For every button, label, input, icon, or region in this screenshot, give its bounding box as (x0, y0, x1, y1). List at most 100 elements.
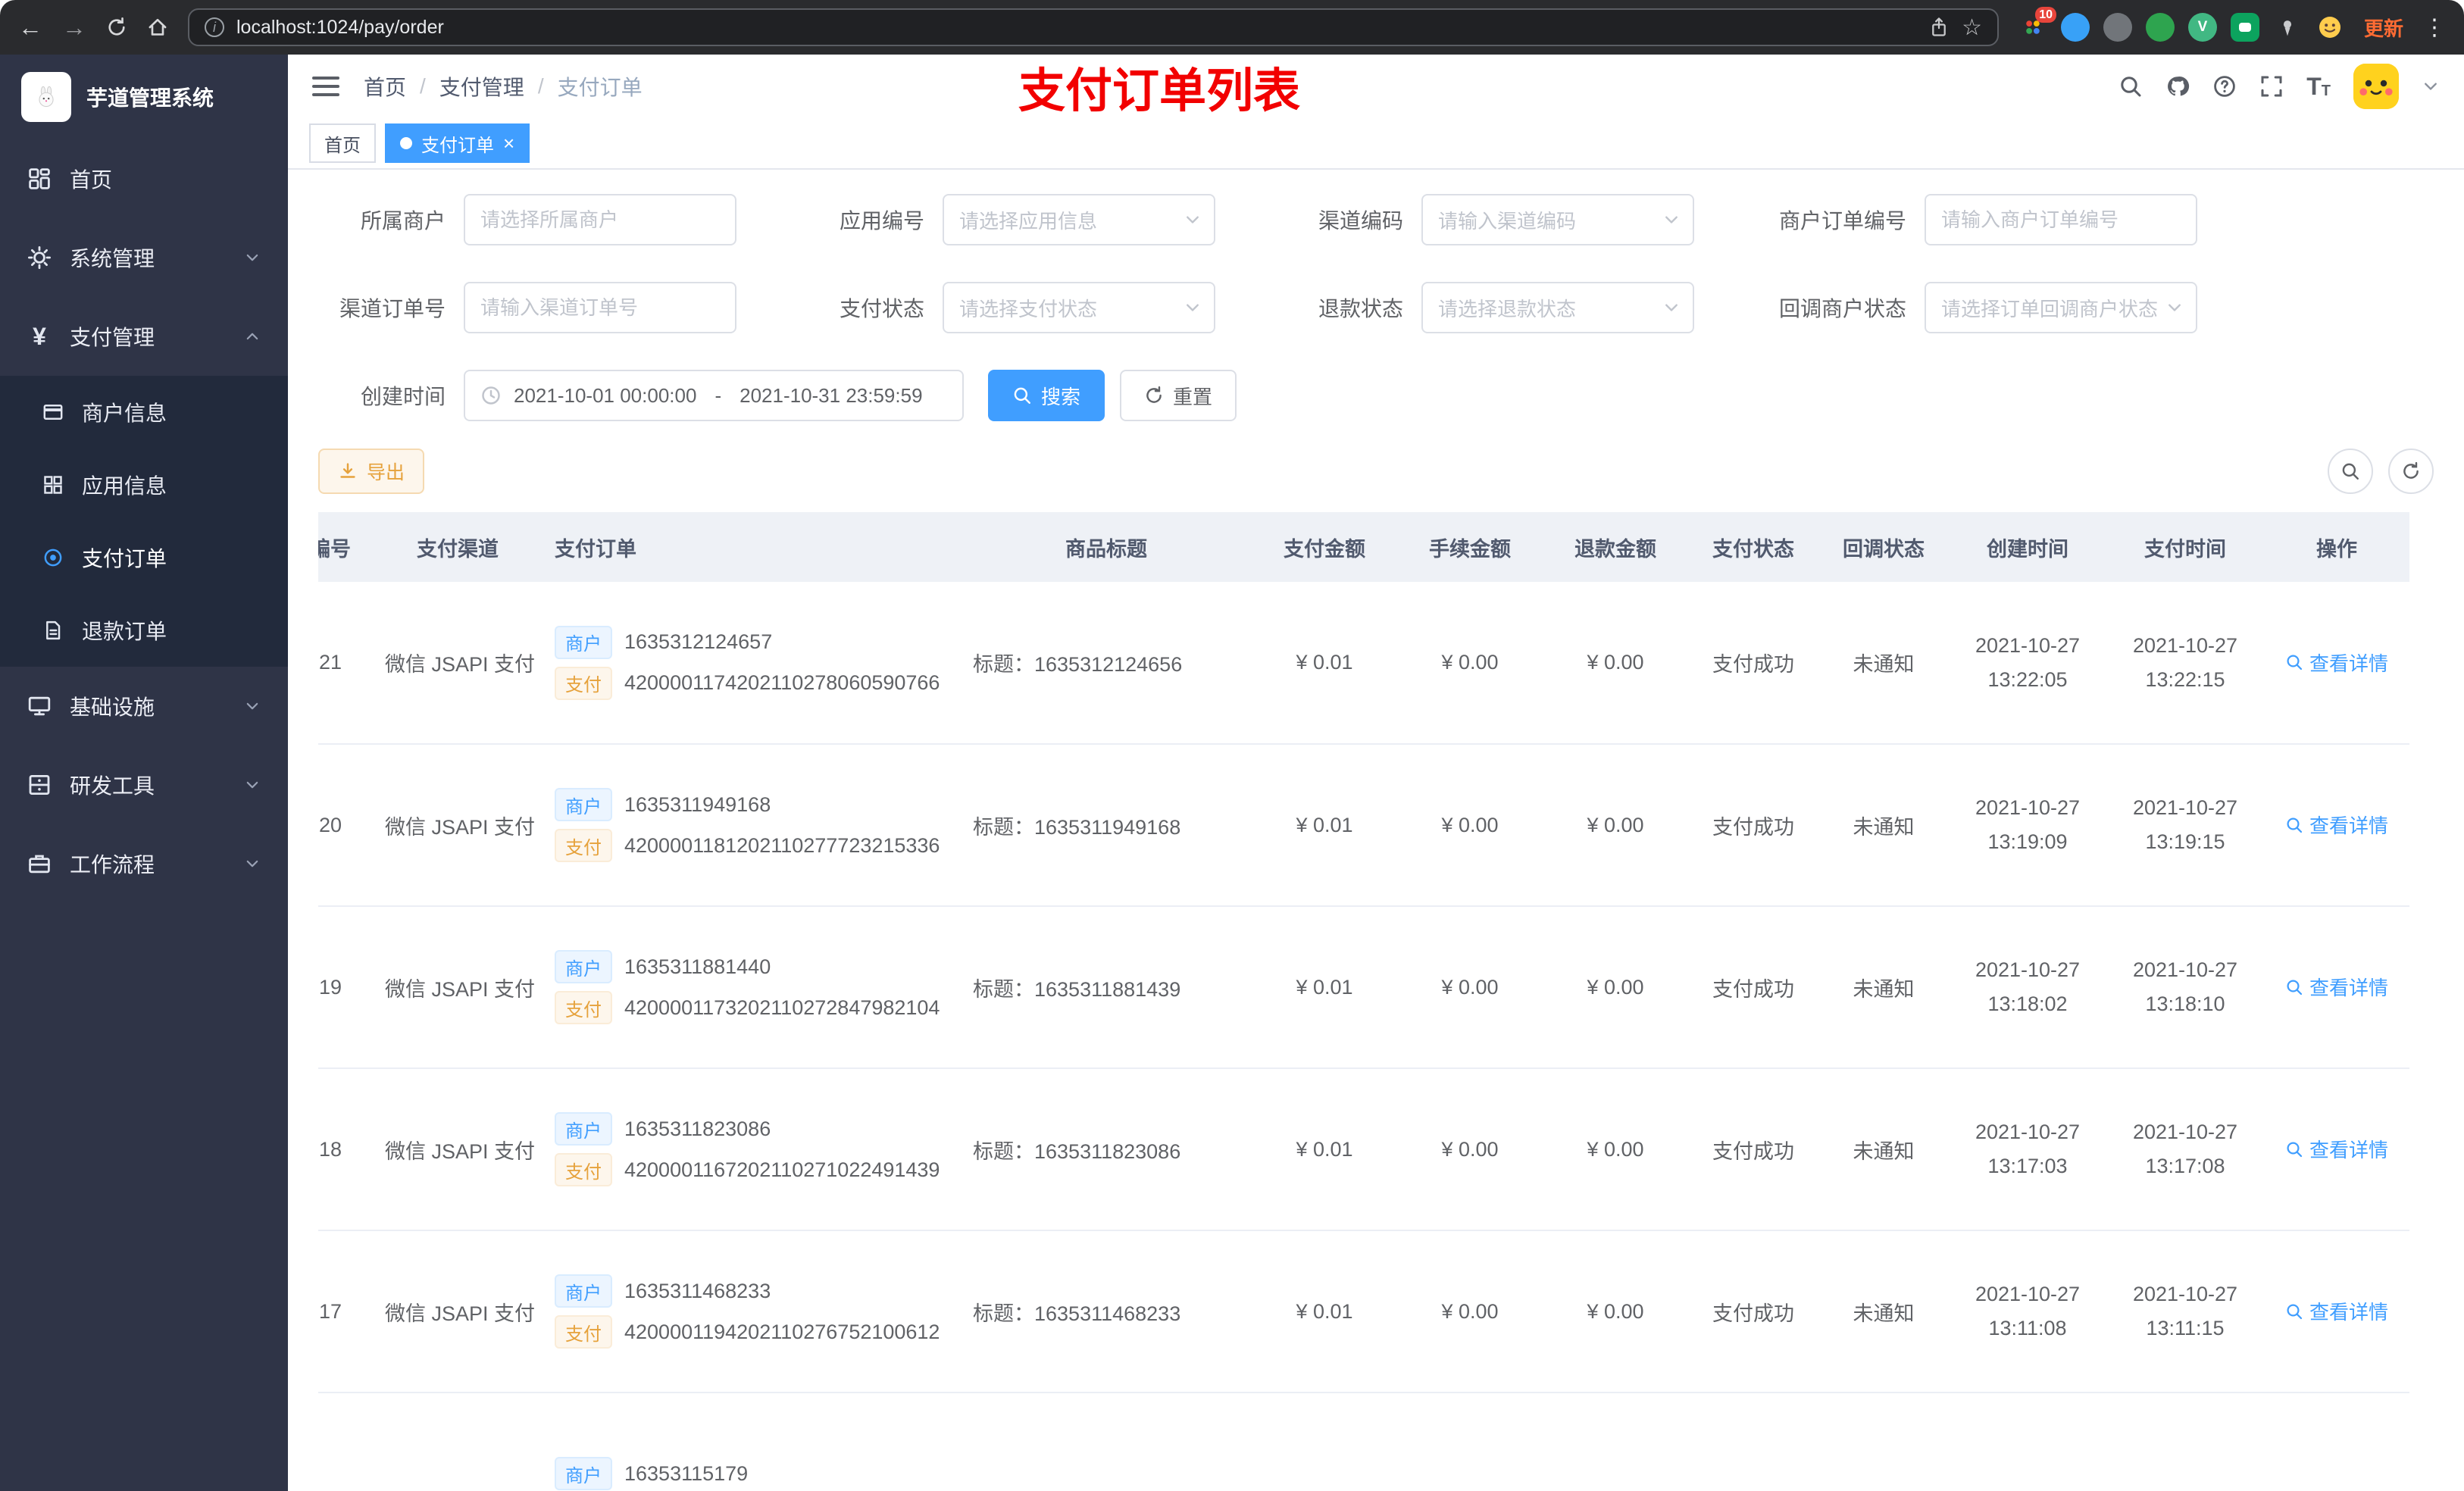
github-icon[interactable] (2165, 74, 2190, 98)
tab-pay-order[interactable]: 支付订单 × (385, 123, 530, 163)
extension-gray-icon[interactable] (2103, 13, 2132, 42)
range-end[interactable]: 2021-10-31 23:59:59 (740, 384, 922, 408)
user-avatar[interactable] (2353, 64, 2399, 109)
help-icon[interactable] (2212, 74, 2237, 98)
merchant-order-no-input[interactable] (1925, 194, 2197, 245)
cell-notify: 未通知 (1818, 744, 1949, 907)
table-header-row: 编号 支付渠道 支付订单 商品标题 支付金额 手续金额 退款金额 支付状态 回调… (318, 512, 2409, 582)
profile-avatar-icon[interactable] (2315, 13, 2344, 42)
chevron-down-icon (1662, 299, 1681, 317)
sidebar-item-dev-tools[interactable]: 研发工具 (0, 746, 288, 824)
site-info-icon[interactable]: i (205, 17, 224, 37)
sidebar-item-app-info[interactable]: 应用信息 (0, 449, 288, 521)
sidebar-item-label: 基础设施 (70, 695, 155, 719)
app-title: 芋道管理系统 (86, 86, 214, 110)
tab-home[interactable]: 首页 (309, 123, 376, 163)
refresh-table-button[interactable] (2388, 449, 2434, 494)
field-label: 渠道订单号 (339, 297, 446, 320)
col-pay-time: 支付时间 (2106, 512, 2264, 582)
search-icon (1012, 386, 1032, 405)
extension-green-icon[interactable] (2145, 13, 2175, 42)
merchant-order-no: 1635311823086 (624, 1117, 771, 1140)
extension-chat-icon[interactable] (2230, 13, 2259, 42)
sidebar-item-home[interactable]: 首页 (0, 139, 288, 218)
cell-refund-amount: ¥ 0.00 (1543, 906, 1688, 1069)
col-create-time: 创建时间 (1949, 512, 2106, 582)
sidebar-item-workflow[interactable]: 工作流程 (0, 824, 288, 903)
sidebar-item-infrastructure[interactable]: 基础设施 (0, 667, 288, 746)
sidebar-logo[interactable]: 芋道管理系统 (0, 55, 288, 139)
sidebar-item-label: 系统管理 (70, 247, 155, 270)
close-icon[interactable]: × (503, 133, 514, 153)
view-detail-link[interactable]: 查看详情 (2285, 1297, 2388, 1325)
pay-status-select[interactable]: 请选择支付状态 (943, 282, 1215, 333)
cell-title: 标题：1635311949168 (961, 744, 1252, 907)
dashboard-icon (27, 167, 52, 191)
extension-pin-icon[interactable] (2273, 13, 2302, 42)
extension-blue-icon[interactable] (2060, 13, 2090, 42)
refund-status-select[interactable]: 请选择退款状态 (1421, 282, 1694, 333)
cell-pay-amount: ¥ 0.01 (1252, 744, 1397, 907)
reset-button[interactable]: 重置 (1120, 370, 1237, 421)
filter-row-3: 创建时间 2021-10-01 00:00:00 - 2021-10-31 23… (318, 370, 2434, 421)
browser-refresh-button[interactable] (106, 17, 127, 38)
merchant-tag: 商户 (555, 1457, 612, 1490)
view-detail-link[interactable]: 查看详情 (2285, 1135, 2388, 1163)
notify-status-select[interactable]: 请选择订单回调商户状态 (1925, 282, 2197, 333)
share-icon[interactable] (1928, 17, 1950, 38)
cell-id (318, 1393, 373, 1491)
browser-forward-button[interactable]: → (62, 15, 86, 39)
monitor-icon (27, 694, 52, 718)
tab-label: 支付订单 (421, 135, 494, 156)
search-icon[interactable] (2118, 74, 2143, 98)
tab-label: 首页 (324, 135, 361, 156)
pay-tag: 支付 (555, 991, 612, 1024)
breadcrumb-home[interactable]: 首页 (364, 71, 406, 102)
extension-palette-icon[interactable]: 10 (2018, 7, 2056, 42)
fullscreen-icon[interactable] (2259, 74, 2284, 98)
channel-code-select[interactable]: 请输入渠道编码 (1421, 194, 1694, 245)
pay-order-no: 4200001167202110271022491439 (624, 1158, 940, 1181)
owner-merchant-input[interactable] (464, 194, 736, 245)
cell-actions: 查看详情 (2264, 1068, 2409, 1231)
cell-refund-amount: ¥ 0.00 (1543, 1068, 1688, 1231)
view-detail-link[interactable]: 查看详情 (2285, 811, 2388, 839)
browser-menu-icon[interactable]: ⋮ (2423, 14, 2446, 41)
channel-order-no-input[interactable] (464, 282, 736, 333)
browser-back-button[interactable]: ← (18, 15, 42, 39)
cell-fee-amount: ¥ 0.00 (1397, 1230, 1543, 1393)
search-button-label: 搜索 (1041, 385, 1081, 408)
breadcrumb-payment[interactable]: 支付管理 (439, 71, 524, 102)
chevron-down-icon[interactable] (2422, 77, 2440, 95)
sidebar-item-merchant-info[interactable]: 商户信息 (0, 376, 288, 449)
view-detail-link[interactable]: 查看详情 (2285, 973, 2388, 1001)
app-frame: 芋道管理系统 首页 系统管理 ¥ 支付管理 商户信息 应用信息 支付订单 退款订… (0, 55, 2464, 1491)
extension-vue-icon[interactable]: V (2187, 13, 2217, 42)
toggle-search-button[interactable] (2328, 449, 2373, 494)
sidebar-item-payment[interactable]: ¥ 支付管理 (0, 297, 288, 376)
app-id-select[interactable]: 请选择应用信息 (943, 194, 1215, 245)
create-time-range-picker[interactable]: 2021-10-01 00:00:00 - 2021-10-31 23:59:5… (464, 370, 964, 421)
address-bar[interactable]: i localhost:1024/pay/order ☆ (188, 8, 1999, 46)
sidebar-item-system[interactable]: 系统管理 (0, 218, 288, 297)
sidebar-item-refund-order[interactable]: 退款订单 (0, 594, 288, 667)
chevron-down-icon (244, 855, 261, 872)
range-start[interactable]: 2021-10-01 00:00:00 (514, 384, 696, 408)
cell-channel: 微信 JSAPI 支付 (373, 744, 543, 907)
view-detail-link[interactable]: 查看详情 (2285, 649, 2388, 677)
font-size-icon[interactable]: TT (2306, 74, 2331, 98)
filter-channel-order-no: 渠道订单号 (318, 282, 736, 333)
export-button[interactable]: 导出 (318, 449, 425, 494)
filter-row-1: 所属商户 应用编号 请选择应用信息 渠道编码 请输入渠道编码 (318, 194, 2434, 245)
search-button[interactable]: 搜索 (988, 370, 1105, 421)
bookmark-star-icon[interactable]: ☆ (1962, 14, 1982, 41)
col-fee-amount: 手续金额 (1397, 512, 1543, 582)
browser-update-button[interactable]: 更新 (2364, 14, 2403, 42)
clock-icon (480, 385, 502, 406)
hamburger-icon[interactable] (312, 77, 339, 96)
url-text[interactable]: localhost:1024/pay/order (236, 17, 1916, 39)
cell-fee-amount: ¥ 0.00 (1397, 582, 1543, 745)
sidebar-item-pay-order[interactable]: 支付订单 (0, 521, 288, 594)
browser-home-button[interactable] (147, 17, 168, 38)
grid-icon (42, 474, 64, 495)
